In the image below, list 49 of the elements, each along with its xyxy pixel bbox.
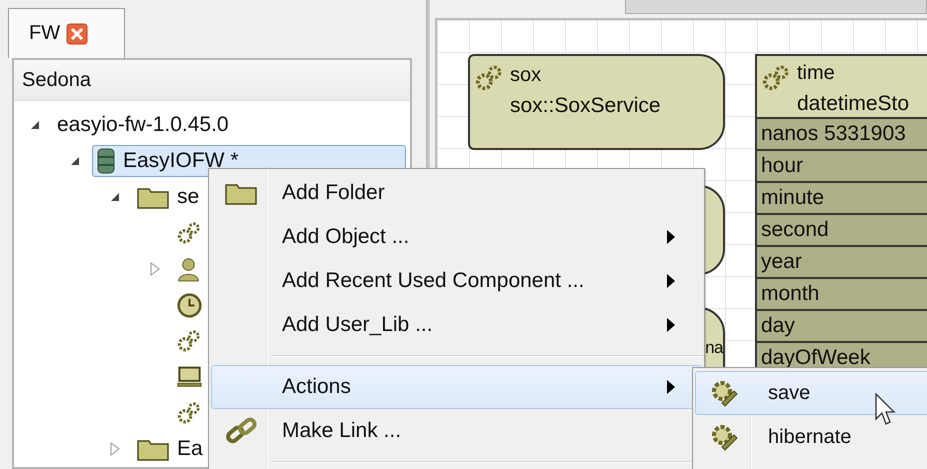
menu-item[interactable]: save bbox=[695, 371, 927, 415]
gear-pencil-icon bbox=[710, 379, 738, 407]
gear-pencil-icon bbox=[710, 423, 738, 451]
collapsed-arrow-icon[interactable] bbox=[150, 262, 160, 276]
mouse-pointer-icon bbox=[875, 393, 897, 427]
expanded-arrow-icon[interactable] bbox=[110, 192, 120, 202]
node-type: datetimeSto bbox=[797, 91, 910, 117]
tree-item[interactable]: easyio-fw-1.0.45.0 bbox=[52, 109, 234, 141]
monitor-icon bbox=[177, 366, 202, 388]
node-title: sox bbox=[510, 63, 542, 88]
menu-item[interactable]: Add Recent Used Component ... bbox=[211, 259, 702, 303]
tree-item-label: easyio-fw-1.0.45.0 bbox=[57, 113, 229, 137]
menu-item[interactable]: Actions bbox=[211, 365, 702, 409]
database-icon bbox=[97, 147, 115, 175]
gears-icon bbox=[177, 221, 201, 245]
tree-item-label: se bbox=[177, 185, 200, 209]
component-node[interactable]: sox sox::SoxService bbox=[468, 54, 725, 150]
close-icon[interactable] bbox=[66, 22, 88, 44]
slot-row[interactable]: hour bbox=[757, 151, 927, 183]
clock-icon bbox=[177, 292, 202, 318]
node-title: time bbox=[797, 61, 836, 86]
menu-item[interactable]: hibernate bbox=[695, 415, 927, 459]
slot-row[interactable]: second bbox=[757, 215, 927, 247]
slot-row[interactable]: year bbox=[757, 247, 927, 279]
tab[interactable]: FW bbox=[8, 8, 125, 58]
tab-label: FW bbox=[29, 22, 60, 45]
slot-row[interactable]: day bbox=[757, 311, 927, 343]
tree-item[interactable]: Ea bbox=[132, 433, 208, 465]
tree-item-label: EasyIOFW * bbox=[123, 149, 239, 173]
slot-row[interactable]: nanos 5331903 bbox=[757, 119, 927, 151]
chain-link-icon bbox=[225, 416, 257, 446]
menu-item[interactable]: Add User_Lib ... bbox=[211, 303, 702, 347]
node-type: sox::SoxService bbox=[510, 93, 662, 119]
gears-icon bbox=[761, 64, 791, 92]
slot-row[interactable]: minute bbox=[757, 183, 927, 215]
slot-row[interactable]: month bbox=[757, 279, 927, 311]
scrollbar[interactable] bbox=[625, 0, 927, 14]
gears-icon bbox=[474, 64, 504, 92]
person-icon bbox=[177, 256, 200, 282]
tree-item[interactable]: se bbox=[132, 181, 204, 213]
gears-icon bbox=[177, 329, 201, 353]
tree-item-label: Ea bbox=[177, 437, 203, 461]
expanded-arrow-icon[interactable] bbox=[70, 156, 80, 166]
menu-item[interactable]: Add Object ... bbox=[211, 215, 702, 259]
expanded-arrow-icon[interactable] bbox=[30, 120, 40, 130]
collapsed-arrow-icon[interactable] bbox=[110, 442, 120, 456]
tree-header: Sedona bbox=[14, 60, 410, 101]
gears-icon bbox=[177, 401, 201, 425]
node-type: na bbox=[705, 337, 723, 359]
